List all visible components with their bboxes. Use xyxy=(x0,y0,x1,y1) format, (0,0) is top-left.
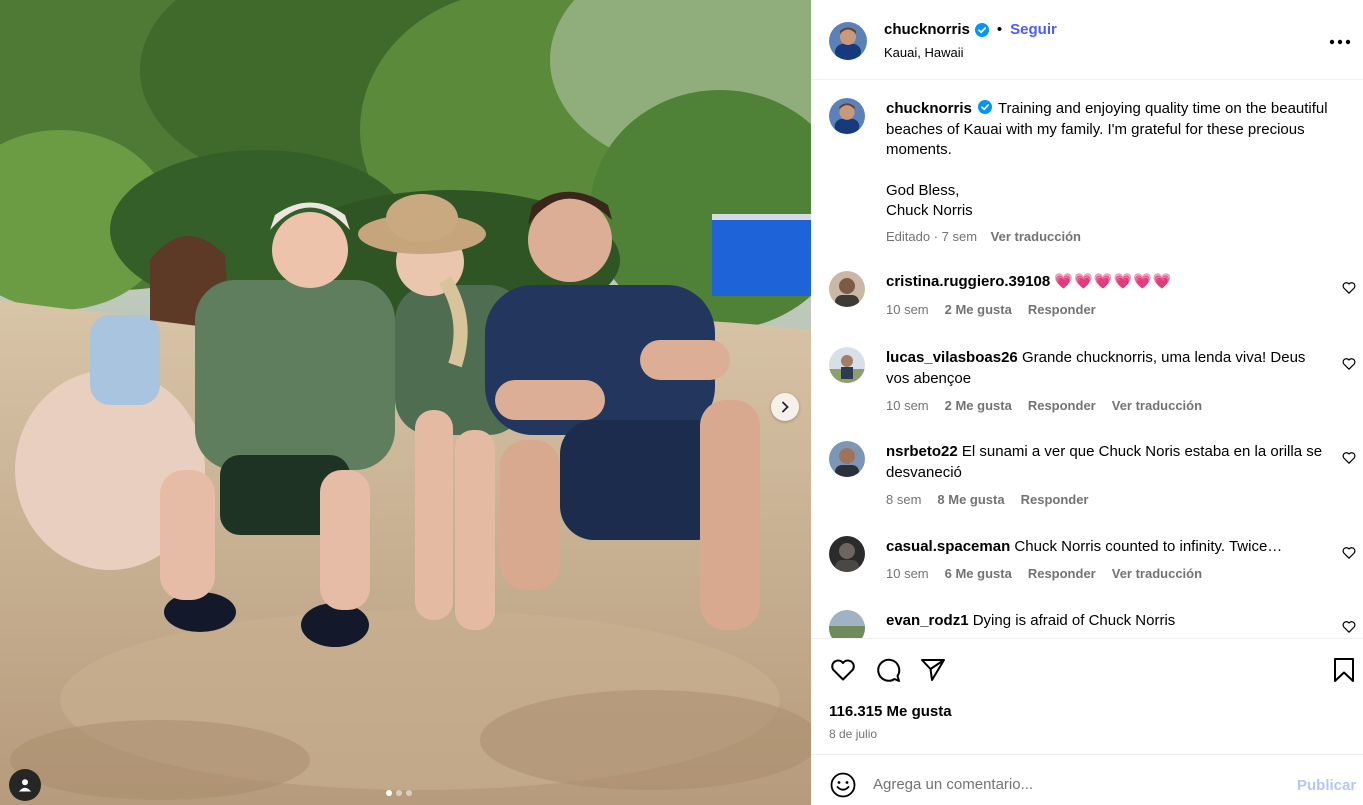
comment-body: Dying is afraid of Chuck Norris xyxy=(972,612,1176,629)
author-avatar[interactable] xyxy=(829,22,867,60)
comment-avatar[interactable] xyxy=(829,610,865,638)
paper-plane-icon[interactable] xyxy=(919,656,947,684)
comment-meta: 10 sem 2 Me gusta Responder Ver traducci… xyxy=(886,398,1202,413)
comment-username[interactable]: evan_rodz1 xyxy=(886,612,969,629)
follow-button[interactable]: Seguir xyxy=(1010,21,1057,38)
comment-input[interactable] xyxy=(873,770,1273,798)
carousel-dot xyxy=(396,790,402,796)
heart-icon[interactable] xyxy=(829,656,857,684)
more-options-button[interactable] xyxy=(1329,28,1351,48)
comment-time: 10 sem xyxy=(886,566,929,581)
verified-badge-icon xyxy=(978,100,993,114)
comment-text: cristina.ruggiero.39108 💗💗💗💗💗💗 xyxy=(886,272,1326,293)
comment-body: 💗💗💗💗💗💗 xyxy=(1054,273,1173,290)
comment-time: 8 sem xyxy=(886,492,922,507)
more-horizontal-icon xyxy=(1329,39,1351,45)
comment-reply-button[interactable]: Responder xyxy=(1028,566,1096,581)
carousel-indicator xyxy=(386,790,412,796)
post-date: 8 de julio xyxy=(829,727,878,741)
emoji-icon[interactable] xyxy=(830,772,856,798)
comment-time: 10 sem xyxy=(886,302,929,317)
comment-avatar[interactable] xyxy=(829,536,865,572)
caption-username[interactable]: chucknorris xyxy=(886,100,972,117)
user-tag-icon xyxy=(19,779,31,792)
post-actions: 116.315 Me gusta 8 de julio xyxy=(811,638,1363,755)
like-count[interactable]: 116.315 Me gusta xyxy=(829,703,952,720)
comment-translate-link[interactable]: Ver traducción xyxy=(1112,566,1202,581)
author-username[interactable]: chucknorris xyxy=(884,21,970,38)
tagged-users-button[interactable] xyxy=(9,769,41,801)
carousel-dot-active xyxy=(386,790,392,796)
caption-meta: Editado · 7 sem Ver traducción xyxy=(886,229,1081,244)
comment-icon[interactable] xyxy=(874,656,902,684)
comment-like-heart-icon[interactable] xyxy=(1342,357,1356,371)
verified-badge-icon xyxy=(974,22,989,37)
comment-username[interactable]: casual.spaceman xyxy=(886,538,1010,555)
next-photo-button[interactable] xyxy=(771,393,799,421)
comment-meta: 10 sem 6 Me gusta Responder Ver traducci… xyxy=(886,566,1202,581)
comment-body: Chuck Norris counted to infinity. Twice… xyxy=(1014,538,1283,555)
caption-translate-link[interactable]: Ver traducción xyxy=(991,229,1081,244)
comment-time: 10 sem xyxy=(886,398,929,413)
comment-text: lucas_vilasboas26 Grande chucknorris, um… xyxy=(886,348,1326,389)
comment-meta: 8 sem 8 Me gusta Responder xyxy=(886,492,1089,507)
comment-avatar[interactable] xyxy=(829,271,865,307)
comment-like-heart-icon[interactable] xyxy=(1342,451,1356,465)
comment-like-heart-icon[interactable] xyxy=(1342,546,1356,560)
comment-reply-button[interactable]: Responder xyxy=(1028,302,1096,317)
comment-username[interactable]: lucas_vilasboas26 xyxy=(886,349,1018,366)
beach-family-photo xyxy=(0,0,811,805)
comment-avatar[interactable] xyxy=(829,441,865,477)
comment-likes[interactable]: 2 Me gusta xyxy=(945,302,1012,317)
comment-avatar[interactable] xyxy=(829,347,865,383)
comment-username[interactable]: nsrbeto22 xyxy=(886,443,958,460)
carousel-dot xyxy=(406,790,412,796)
comment-reply-button[interactable]: Responder xyxy=(1028,398,1096,413)
comment-composer: Publicar xyxy=(811,756,1363,805)
comment-text: evan_rodz1 Dying is afraid of Chuck Norr… xyxy=(886,611,1326,632)
bookmark-icon[interactable] xyxy=(1330,656,1358,684)
caption-edited-time: Editado · 7 sem xyxy=(886,229,978,244)
comment-likes[interactable]: 6 Me gusta xyxy=(945,566,1012,581)
author-line: chucknorris • Seguir xyxy=(884,21,1057,38)
separator-dot: • xyxy=(996,21,1003,38)
comment-meta: 10 sem 2 Me gusta Responder xyxy=(886,302,1096,317)
caption-signoff: God Bless, xyxy=(886,181,960,199)
post-side-panel: chucknorris • Seguir Kauai, Hawaii chuck… xyxy=(811,0,1363,805)
post-header: chucknorris • Seguir Kauai, Hawaii xyxy=(811,0,1363,80)
comment-likes[interactable]: 2 Me gusta xyxy=(945,398,1012,413)
comment-like-heart-icon[interactable] xyxy=(1342,281,1356,295)
caption-author-avatar[interactable] xyxy=(829,98,865,134)
post-location[interactable]: Kauai, Hawaii xyxy=(884,45,964,60)
publish-button[interactable]: Publicar xyxy=(1297,777,1356,794)
comment-translate-link[interactable]: Ver traducción xyxy=(1112,398,1202,413)
post-photo[interactable] xyxy=(0,0,811,805)
comment-text: casual.spaceman Chuck Norris counted to … xyxy=(886,537,1326,558)
comment-text: nsrbeto22 El sunami a ver que Chuck Nori… xyxy=(886,442,1326,483)
caption-text: chucknorris Training and enjoying qualit… xyxy=(886,99,1336,222)
comment-reply-button[interactable]: Responder xyxy=(1021,492,1089,507)
chevron-right-icon xyxy=(782,401,789,413)
comments-scroll-area[interactable]: chucknorris Training and enjoying qualit… xyxy=(811,81,1363,638)
comment-like-heart-icon[interactable] xyxy=(1342,620,1356,634)
comment-likes[interactable]: 8 Me gusta xyxy=(937,492,1004,507)
caption-signature: Chuck Norris xyxy=(886,202,973,219)
comment-username[interactable]: cristina.ruggiero.39108 xyxy=(886,273,1050,290)
